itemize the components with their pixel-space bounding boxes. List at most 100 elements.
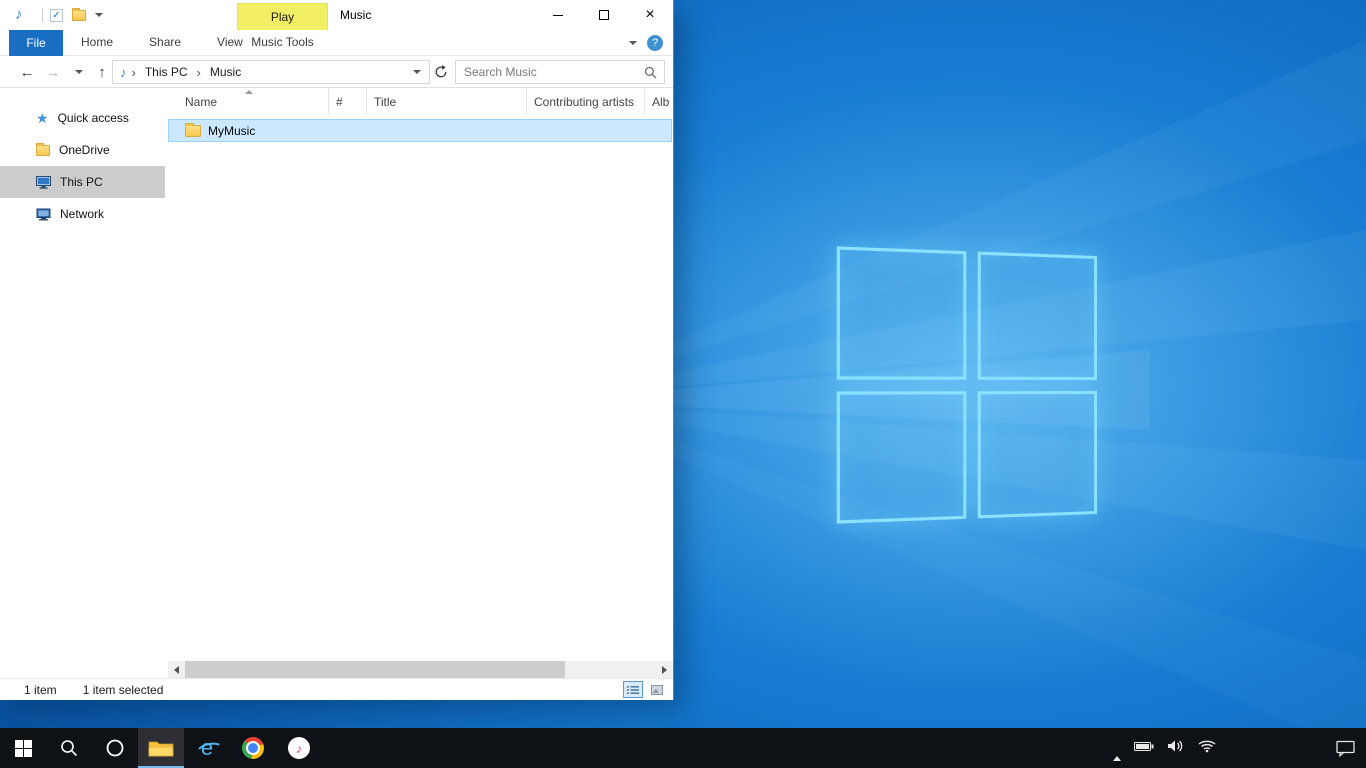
search-input[interactable] [456,65,644,79]
window-body: ★ Quick access OneDrive This PC [0,88,673,678]
sidebar-item-label: Network [60,207,104,221]
breadcrumb-music[interactable]: Music [206,65,245,79]
details-view-icon [627,685,639,695]
taskbar-search-button[interactable] [46,728,92,768]
column-header-number[interactable]: # [329,88,367,115]
action-center-icon [1336,740,1356,757]
window-title: Music [340,0,371,30]
sidebar-item-label: OneDrive [59,143,110,157]
taskbar-internet-explorer-button[interactable]: e [184,728,230,768]
new-folder-icon[interactable] [72,10,86,21]
status-bar: 1 item 1 item selected [0,678,673,700]
window-controls: × [535,0,673,30]
cortana-circle-icon [105,738,125,758]
onedrive-folder-icon [36,145,50,156]
sidebar-item-label: This PC [60,175,103,189]
column-label: Title [374,95,396,109]
tab-play[interactable]: Play [237,3,328,30]
view-toggles [623,681,667,698]
file-rows: MyMusic [165,115,673,142]
sidebar-item-label: Quick access [58,111,129,125]
battery-button[interactable] [1134,739,1154,757]
scrollbar-track[interactable] [185,661,656,678]
windows-logo-pane [977,252,1097,380]
chevron-down-icon [75,70,83,74]
hidden-icons-button[interactable] [1113,739,1121,757]
taskbar-music-player-button[interactable]: ♪ [276,728,322,768]
qat-customize-chevron-icon[interactable] [95,13,103,17]
scroll-right-button[interactable] [656,661,673,678]
column-header-title[interactable]: Title [367,88,527,115]
thumbnail-view-icon [651,685,663,695]
forward-button[interactable]: → [42,56,64,88]
internet-explorer-icon: e [201,737,213,759]
breadcrumb-this-pc[interactable]: This PC [141,65,192,79]
file-explorer-icon [148,738,174,758]
item-count: 1 item [24,683,57,697]
breadcrumb-separator-icon: › [192,65,206,80]
battery-icon [1134,740,1154,752]
music-player-icon: ♪ [288,737,310,759]
start-button[interactable] [0,728,46,768]
horizontal-scrollbar[interactable] [168,661,673,678]
windows-start-icon [15,740,32,757]
properties-check-icon[interactable]: ✓ [50,9,63,22]
refresh-button[interactable] [434,65,448,79]
address-bar[interactable]: ♪ › This PC › Music [112,60,430,84]
address-dropdown-chevron-icon[interactable] [413,70,421,74]
sidebar-item-this-pc[interactable]: This PC [0,166,165,198]
tab-music-tools[interactable]: Music Tools [237,30,328,55]
minimize-icon [553,15,563,16]
file-list-pane: Name # Title Contributing artists Alb [165,88,673,678]
thumbnail-view-button[interactable] [647,681,667,698]
sidebar-item-quick-access[interactable]: ★ Quick access [0,102,165,134]
system-tray [1113,728,1216,768]
music-app-icon: ♪ [15,6,23,24]
ribbon-tab-row: File Home Share View Music Tools ? [0,30,673,56]
help-button[interactable]: ? [647,35,663,51]
back-button[interactable]: ← [16,56,38,88]
titlebar[interactable]: ♪ ✓ Play Music × [0,0,673,30]
sidebar-item-onedrive[interactable]: OneDrive [0,134,165,166]
tab-home[interactable]: Home [63,30,131,56]
up-button[interactable]: ↑ [92,56,112,88]
tab-file[interactable]: File [9,30,63,56]
action-center-button[interactable] [1336,728,1356,768]
recent-locations-chevron[interactable] [72,56,86,88]
maximize-icon [599,10,609,20]
details-view-button[interactable] [623,681,643,698]
selection-count: 1 item selected [83,683,164,697]
quick-access-toolbar: ✓ [50,6,103,24]
ribbon-expand-chevron-icon[interactable] [629,41,637,45]
chrome-icon [242,737,264,759]
refresh-icon [434,65,448,79]
network-icon [36,208,51,221]
triangle-left-icon [174,666,179,674]
taskbar-file-explorer-button[interactable] [138,728,184,768]
search-icon [60,739,78,757]
column-header-album[interactable]: Alb [645,88,673,115]
maximize-button[interactable] [581,0,627,30]
column-label: # [336,95,343,109]
volume-button[interactable] [1167,739,1185,758]
cortana-button[interactable] [92,728,138,768]
volume-icon [1167,739,1185,753]
windows-logo-pane [837,246,966,379]
minimize-button[interactable] [535,0,581,30]
scroll-left-button[interactable] [168,661,185,678]
chevron-up-icon [1113,739,1121,761]
column-header-name[interactable]: Name [165,88,329,115]
monitor-icon [36,176,51,189]
taskbar-chrome-button[interactable] [230,728,276,768]
close-button[interactable]: × [627,0,673,30]
navigation-pane: ★ Quick access OneDrive This PC [0,88,165,678]
search-icon[interactable] [644,66,657,79]
scrollbar-thumb[interactable] [185,661,565,678]
file-row-mymusic[interactable]: MyMusic [168,119,672,142]
network-button[interactable] [1198,739,1216,758]
column-header-contributing-artists[interactable]: Contributing artists [527,88,645,115]
tab-share[interactable]: Share [131,30,199,56]
star-icon: ★ [36,111,49,125]
sidebar-item-network[interactable]: Network [0,198,165,230]
sort-ascending-icon [245,90,253,94]
